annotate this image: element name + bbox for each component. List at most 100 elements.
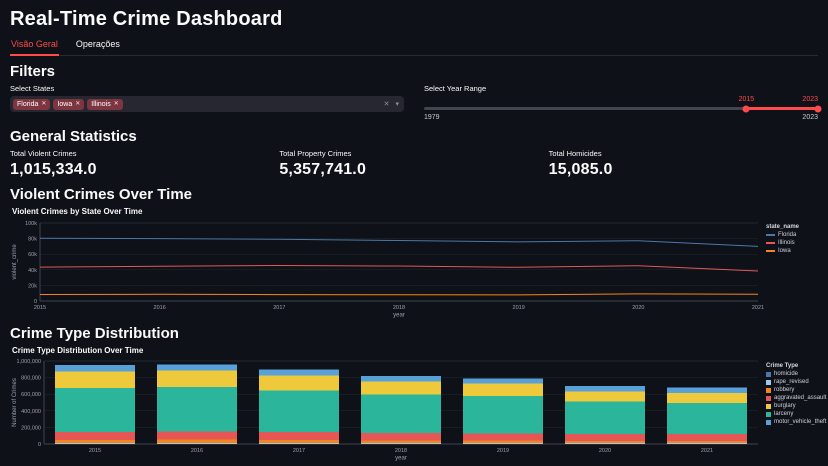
states-multiselect[interactable]: Florida ✕ Iowa ✕ Illinois ✕ ✕ ▾	[10, 96, 404, 112]
clear-all-icon[interactable]: ✕	[384, 100, 390, 108]
year-range-slider[interactable]: 2015 2023 1979 2023	[424, 96, 822, 121]
remove-state-icon[interactable]: ✕	[41, 101, 46, 107]
legend-swatch	[766, 250, 775, 252]
metrics-row: Total Violent Crimes 1,015,334.0 Total P…	[10, 149, 818, 179]
slider-value-start: 2015	[738, 96, 755, 103]
bar-chart-legend: Crime Type homicide rape_revisedrobbery agg…	[766, 357, 826, 427]
svg-text:2017: 2017	[273, 305, 285, 311]
legend-swatch	[766, 387, 771, 393]
slider-max-label: 2023	[802, 114, 818, 121]
svg-text:600,000: 600,000	[21, 392, 41, 398]
svg-text:2015: 2015	[34, 305, 46, 311]
filters-row: Select States Florida ✕ Iowa ✕ Illinois ✕ ✕ ▾…	[10, 84, 822, 121]
legend-label: aggravated_assault	[774, 395, 827, 401]
crime-type-bar-chart: 0 200,000 400,000 600,000 800,000 1,000,000 ye…	[12, 359, 758, 462]
states-label: Select States	[10, 84, 55, 93]
svg-text:year: year	[395, 456, 407, 462]
line-chart-wrap: 0 20k 40k 60k 80k 100k year violent_crime 2015 20…	[10, 218, 818, 318]
svg-text:400,000: 400,000	[21, 409, 41, 415]
legend-item-burglary: burglary	[766, 403, 818, 409]
legend-swatch	[766, 371, 771, 377]
crime-type-heading: Crime Type Distribution	[10, 325, 179, 342]
legend-item-rape-revised: rape_revised	[766, 379, 818, 385]
state-pill-label: Iowa	[57, 100, 73, 108]
legend-swatch	[766, 419, 771, 425]
svg-text:100k: 100k	[25, 221, 37, 227]
legend-swatch	[766, 403, 771, 409]
remove-state-icon[interactable]: ✕	[114, 101, 119, 107]
slider-track[interactable]	[424, 105, 822, 112]
metric-value: 5,357,741.0	[279, 161, 367, 178]
state-pill-florida[interactable]: Florida ✕	[13, 98, 51, 110]
legend-swatch	[766, 411, 771, 417]
line-chart-legend: state_name Florida Illinois Iowa	[766, 218, 818, 256]
slider-value-end: 2023	[802, 96, 818, 103]
svg-text:2021: 2021	[752, 305, 764, 311]
svg-text:2021: 2021	[701, 448, 713, 454]
line-chart-title: Violent Crimes by State Over Time	[12, 207, 143, 216]
slider-fill	[746, 107, 818, 110]
slider-min-label: 1979	[424, 114, 440, 121]
svg-text:0: 0	[38, 442, 41, 448]
legend-swatch	[766, 234, 775, 236]
svg-text:2018: 2018	[393, 305, 405, 311]
svg-text:60k: 60k	[28, 252, 37, 258]
multiselect-icons: ✕ ▾	[384, 100, 399, 108]
svg-text:Number of Crimes: Number of Crimes	[12, 378, 18, 427]
svg-text:2016: 2016	[154, 305, 166, 311]
legend-item-iowa: Iowa	[766, 248, 818, 254]
metric-value: 1,015,334.0	[10, 161, 97, 178]
violent-crimes-heading: Violent Crimes Over Time	[10, 186, 193, 203]
slider-thumb-end[interactable]	[814, 105, 822, 112]
state-pill-illinois[interactable]: Illinois ✕	[87, 98, 123, 110]
legend-label: Iowa	[778, 248, 791, 254]
year-range-label: Select Year Range	[424, 84, 487, 93]
legend-label: Florida	[778, 232, 797, 238]
state-pill-label: Florida	[17, 100, 39, 108]
slider-thumb-start[interactable]	[742, 105, 750, 112]
svg-text:2015: 2015	[89, 448, 101, 454]
selected-states: Florida ✕ Iowa ✕ Illinois ✕	[13, 98, 384, 110]
svg-text:2019: 2019	[497, 448, 509, 454]
legend-label: Illinois	[778, 240, 795, 246]
legend-item-aggravated-assault: aggravated_assault	[766, 395, 826, 401]
legend-item-robbery: robbery	[766, 387, 818, 393]
legend-label: robbery	[774, 387, 795, 393]
violent-crimes-line-chart: 020k40k60k80k100kyearviolent_crime2015 20…	[12, 221, 764, 319]
violent-crimes-chart-block: Violent Crimes by State Over Time 0 20k 40…	[10, 207, 818, 318]
legend-item-florida: Florida	[766, 232, 818, 238]
svg-text:40k: 40k	[28, 268, 37, 274]
svg-text:2018: 2018	[395, 448, 407, 454]
svg-text:2020: 2020	[632, 305, 644, 311]
svg-text:year: year	[393, 313, 405, 319]
metric-label: Total Homicides	[548, 149, 602, 158]
chevron-down-icon[interactable]: ▾	[395, 100, 399, 108]
metric-total-homicides: Total Homicides 15,085.0	[549, 149, 818, 179]
metric-label: Total Property Crimes	[279, 149, 352, 158]
year-range-filter: Select Year Range 2015 2023 1979 2023	[424, 84, 822, 121]
filters-heading: Filters	[10, 63, 56, 80]
tab-visao-geral[interactable]: Visão Geral	[10, 36, 59, 56]
state-pill-label: Illinois	[91, 100, 111, 108]
legend-item-illinois: Illinois	[766, 240, 818, 246]
state-pill-iowa[interactable]: Iowa ✕	[53, 98, 85, 110]
page-title: Real-Time Crime Dashboard	[10, 8, 283, 30]
legend-title: state_name	[766, 224, 800, 230]
legend-title: Crime Type	[766, 363, 799, 369]
legend-label: homicide	[774, 371, 799, 377]
app-root: Real-Time Crime Dashboard Visão Geral Op…	[10, 8, 826, 462]
svg-text:20k: 20k	[28, 283, 37, 289]
legend-label: burglary	[774, 403, 796, 409]
remove-state-icon[interactable]: ✕	[75, 101, 80, 107]
svg-text:1,000,000: 1,000,000	[17, 359, 41, 365]
svg-text:2017: 2017	[293, 448, 305, 454]
legend-label: motor_vehicle_theft	[774, 419, 827, 425]
svg-text:200,000: 200,000	[21, 425, 41, 431]
svg-text:2019: 2019	[513, 305, 525, 311]
legend-swatch	[766, 242, 775, 244]
svg-text:2016: 2016	[191, 448, 203, 454]
tab-operacoes[interactable]: Operações	[75, 36, 121, 55]
bar-chart-title: Crime Type Distribution Over Time	[12, 346, 144, 355]
metric-total-violent-crimes: Total Violent Crimes 1,015,334.0	[10, 149, 279, 179]
metric-value: 15,085.0	[548, 161, 613, 178]
